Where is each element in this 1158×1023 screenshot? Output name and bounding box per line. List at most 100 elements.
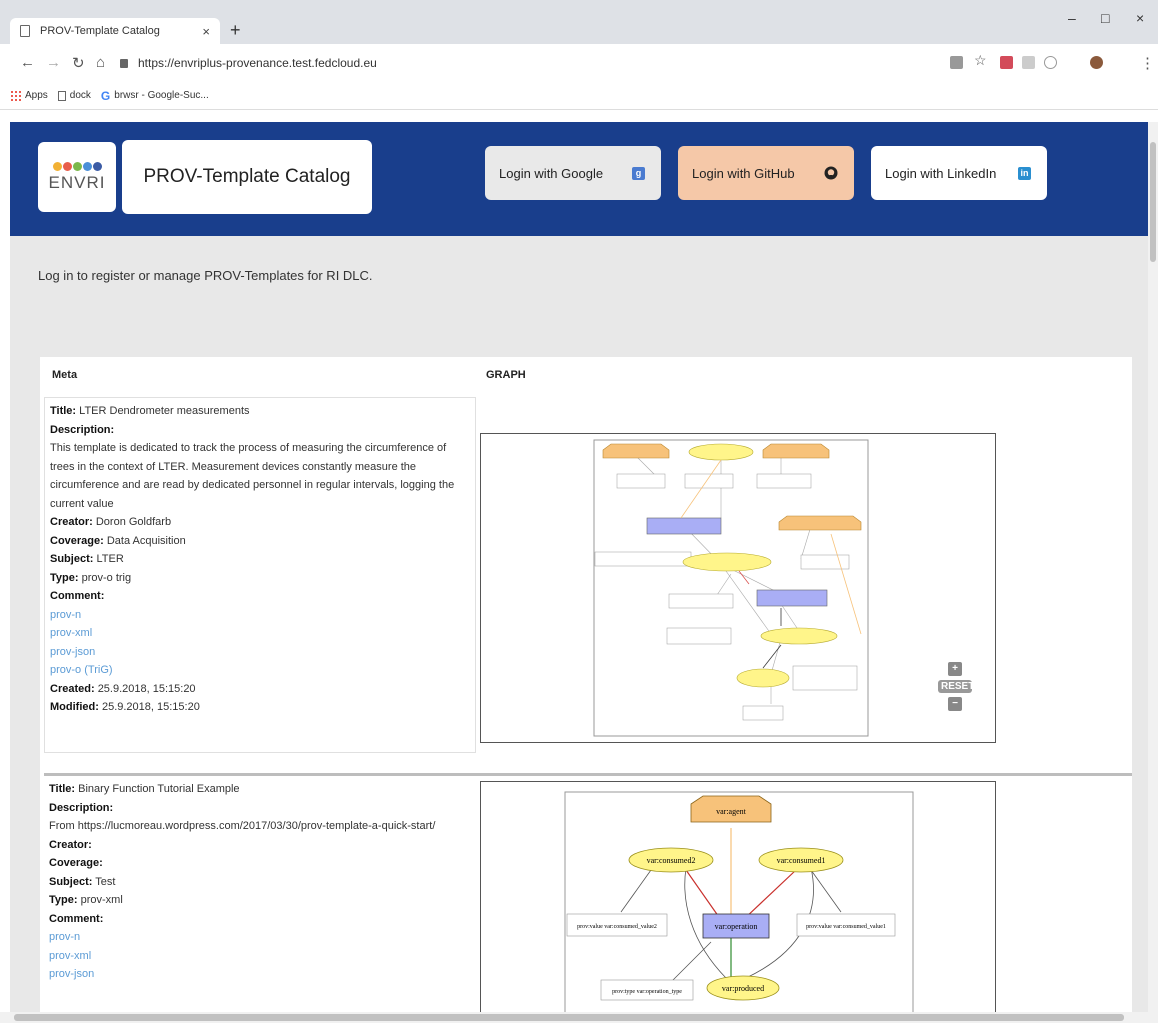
reset-zoom-button[interactable]: RESET <box>938 680 974 693</box>
zoom-out-button[interactable]: − <box>948 697 962 711</box>
logo-dot <box>82 161 92 171</box>
graph-node-produced: var:produced <box>722 984 764 993</box>
prov-graph-2-canvas: var:agent var:consumed2 var:consumed1 va… <box>564 791 914 1012</box>
close-window-button[interactable]: × <box>1136 10 1144 26</box>
extension-icon[interactable] <box>1000 56 1013 69</box>
logo-dot <box>52 161 62 171</box>
graph-node-operation: var:operation <box>715 922 758 931</box>
logo-dot <box>92 161 102 171</box>
zoom-in-button[interactable]: + <box>948 662 962 676</box>
intro-text: Log in to register or manage PROV-Templa… <box>38 268 373 283</box>
logo-dot <box>72 161 82 171</box>
vertical-scrollbar[interactable] <box>1148 122 1158 1012</box>
graph-node-consumed1: var:consumed1 <box>777 856 826 865</box>
new-tab-button[interactable]: + <box>230 20 241 41</box>
template-table: Meta GRAPH Title: LTER Dendrometer measu… <box>40 357 1132 1012</box>
template-type: prov-o trig <box>81 571 132 584</box>
meta-title-row: Title: Binary Function Tutorial Example <box>49 783 240 795</box>
link-prov-xml[interactable]: prov-xml <box>49 947 471 966</box>
template-meta-1: Title: LTER Dendrometer measurements Des… <box>44 397 476 753</box>
link-prov-json[interactable]: prov-json <box>49 965 471 984</box>
bookmark-apps[interactable]: Apps <box>10 90 48 101</box>
site-title[interactable]: PROV-Template Catalog <box>122 140 372 214</box>
home-icon[interactable]: ⌂ <box>96 54 105 71</box>
link-prov-n[interactable]: prov-n <box>50 606 470 625</box>
tab-close-button[interactable]: × <box>202 24 210 39</box>
link-prov-json[interactable]: prov-json <box>50 643 470 662</box>
template-title: LTER Dendrometer measurements <box>79 405 250 417</box>
envri-logo[interactable]: ENVRI <box>38 142 116 212</box>
extension-doc-icon[interactable] <box>1022 56 1035 69</box>
template-meta-2: Title: Binary Function Tutorial Example … <box>44 780 476 1012</box>
bookmarks-bar: Apps dock G brwsr - Google-Suc... <box>0 82 1158 110</box>
login-linkedin-label: Login with LinkedIn <box>885 165 997 181</box>
prov-graph-1-canvas <box>593 439 869 737</box>
bookmark-dock[interactable]: dock <box>57 90 91 101</box>
scrollbar-thumb[interactable] <box>14 1014 1124 1021</box>
star-icon[interactable]: ☆ <box>974 52 987 69</box>
login-github-label: Login with GitHub <box>692 165 795 181</box>
translate-icon[interactable] <box>950 56 963 69</box>
page-icon <box>57 90 66 101</box>
page-viewport: ENVRI PROV-Template Catalog Login with G… <box>10 122 1148 1012</box>
template-title: Binary Function Tutorial Example <box>78 783 240 795</box>
maximize-button[interactable]: □ <box>1101 10 1109 26</box>
meta-creator-row: Creator: Doron Goldfarb <box>50 516 172 528</box>
template-created: 25.9.2018, 15:15:20 <box>97 682 196 695</box>
meta-description-label: Description: <box>49 801 114 814</box>
meta-comment-label: Comment: <box>49 912 104 925</box>
login-linkedin-button[interactable]: Login with LinkedIn in <box>871 146 1047 200</box>
menu-icon[interactable]: ⋮ <box>1140 54 1155 72</box>
tab-title: PROV-Template Catalog <box>40 25 160 37</box>
google-icon: G <box>100 88 111 103</box>
template-subject: Test <box>95 875 116 888</box>
lock-icon <box>120 58 128 68</box>
google-icon: g <box>632 166 645 180</box>
back-icon[interactable]: ← <box>20 54 35 71</box>
template-modified: 25.9.2018, 15:15:20 <box>101 701 200 713</box>
link-prov-n[interactable]: prov-n <box>49 928 471 947</box>
horizontal-scrollbar[interactable] <box>0 1012 1158 1023</box>
linkedin-icon: in <box>1018 166 1031 180</box>
address-bar[interactable]: https://envriplus-provenance.test.fedclo… <box>120 50 1020 76</box>
graph-1-zoom-controls: + RESET − <box>938 662 974 715</box>
meta-title-row: Title: LTER Dendrometer measurements <box>50 405 250 417</box>
meta-coverage-row: Coverage: Data Acquisition <box>50 534 186 547</box>
avatar[interactable] <box>1090 56 1103 69</box>
template-description: This template is dedicated to track the … <box>50 442 455 510</box>
meta-description-label: Description: <box>50 423 115 436</box>
row-divider <box>44 773 1132 776</box>
meta-subject-row: Subject: LTER <box>50 553 124 565</box>
graph-node-consumed2: var:consumed2 <box>647 856 696 865</box>
prov-graph-2[interactable]: var:agent var:consumed2 var:consumed1 va… <box>480 781 996 1012</box>
minimize-button[interactable]: – <box>1068 10 1076 26</box>
prov-graph-1[interactable] <box>480 433 996 743</box>
forward-icon[interactable]: → <box>46 54 61 71</box>
link-prov-o-trig[interactable]: prov-o (TriG) <box>50 661 470 680</box>
reload-icon[interactable]: ↻ <box>72 54 85 72</box>
graph-column-header: GRAPH <box>486 369 526 381</box>
template-coverage: Data Acquisition <box>106 534 186 547</box>
login-google-button[interactable]: Login with Google g <box>485 146 661 200</box>
meta-created-row: Created: 25.9.2018, 15:15:20 <box>50 682 196 695</box>
scrollbar-thumb[interactable] <box>1150 142 1156 262</box>
bookmark-brwsr[interactable]: G brwsr - Google-Suc... <box>101 89 209 103</box>
template-subject: LTER <box>96 553 124 565</box>
apps-grid-icon <box>10 90 21 101</box>
graph-note-right: prov:value var:consumed_value1 <box>806 924 886 930</box>
url-text: https://envriplus-provenance.test.fedclo… <box>138 56 377 70</box>
graph-note-left: prov:value var:consumed_value2 <box>577 924 657 930</box>
logo-dot <box>62 161 72 171</box>
meta-modified-row: Modified: 25.9.2018, 15:15:20 <box>50 701 200 713</box>
template-type: prov-xml <box>80 894 123 906</box>
login-github-button[interactable]: Login with GitHub <box>678 146 854 200</box>
graph-note-bottom: prov:type var:operation_type <box>612 989 682 995</box>
meta-type-row: Type: prov-xml <box>49 894 123 906</box>
meta-comment-label: Comment: <box>50 590 105 602</box>
link-prov-xml[interactable]: prov-xml <box>50 624 470 643</box>
template-description: From https://lucmoreau.wordpress.com/201… <box>49 820 436 832</box>
extension-circle-icon[interactable] <box>1044 56 1057 69</box>
browser-tab[interactable]: PROV-Template Catalog × <box>10 18 220 44</box>
logo-text: ENVRI <box>48 172 106 192</box>
graph-node-agent: var:agent <box>716 807 747 816</box>
